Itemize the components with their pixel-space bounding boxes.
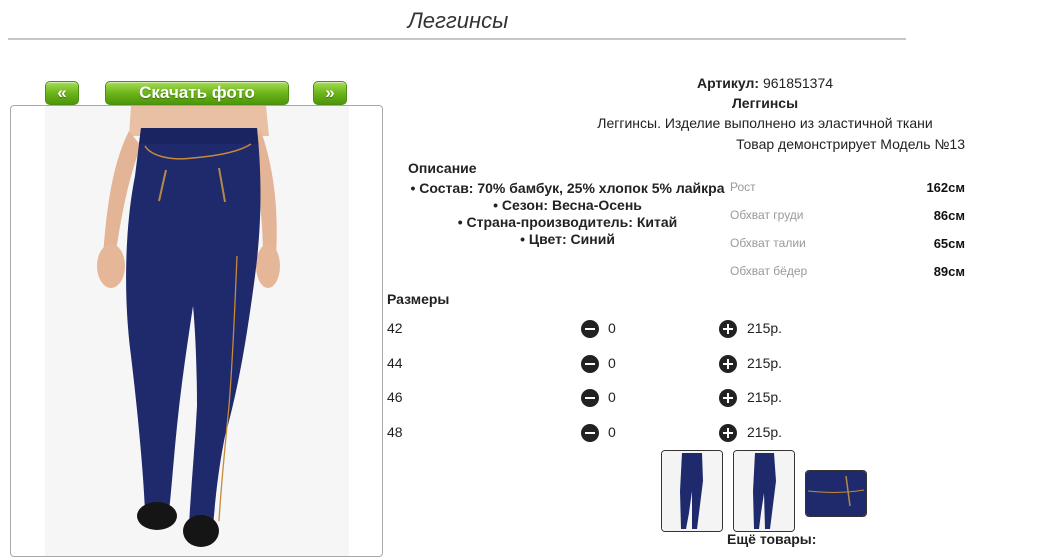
minus-icon[interactable] bbox=[581, 320, 599, 338]
measurement-value: 86см bbox=[933, 208, 965, 223]
plus-icon[interactable] bbox=[719, 389, 737, 407]
plus-icon[interactable] bbox=[719, 424, 737, 442]
next-photo-button[interactable]: » bbox=[313, 81, 347, 105]
size-label: 44 bbox=[387, 355, 403, 371]
measurement-row: Обхват талии 65см bbox=[730, 236, 965, 254]
measurement-value: 65см bbox=[933, 236, 965, 251]
quantity-value: 0 bbox=[608, 424, 616, 440]
measurement-label: Обхват груди bbox=[730, 208, 804, 222]
description-item: Сезон: Весна-Осень bbox=[395, 197, 740, 214]
measurement-row: Обхват бёдер 89см bbox=[730, 264, 965, 282]
more-products-heading: Ещё товары: bbox=[727, 531, 817, 547]
price-value: 215р. bbox=[747, 320, 783, 336]
sku-value: 961851374 bbox=[762, 75, 834, 91]
measurement-label: Обхват бёдер bbox=[730, 264, 808, 278]
size-row: 42 0 215р. bbox=[387, 320, 807, 340]
leggings-photo-illustration bbox=[45, 106, 349, 556]
model-note: Товар демонстрирует Модель №13 bbox=[736, 136, 965, 152]
plus-icon[interactable] bbox=[719, 320, 737, 338]
measurement-label: Рост bbox=[730, 180, 756, 194]
minus-icon[interactable] bbox=[581, 355, 599, 373]
thumbnail-back[interactable] bbox=[733, 450, 795, 532]
size-row: 46 0 215р. bbox=[387, 389, 807, 409]
thumbnail-image bbox=[734, 451, 794, 531]
sku-line: Артикул: 961851374 bbox=[565, 75, 965, 91]
quantity-value: 0 bbox=[608, 320, 616, 336]
size-label: 42 bbox=[387, 320, 403, 336]
plus-icon[interactable] bbox=[719, 355, 737, 373]
price-value: 215р. bbox=[747, 424, 783, 440]
thumbnail-image bbox=[662, 451, 722, 531]
description-item: Цвет: Синий bbox=[395, 231, 740, 248]
quantity-value: 0 bbox=[608, 389, 616, 405]
minus-icon[interactable] bbox=[581, 389, 599, 407]
size-row: 44 0 215р. bbox=[387, 355, 807, 375]
thumbnail-fabric[interactable] bbox=[805, 470, 867, 517]
description-heading: Описание bbox=[408, 160, 477, 176]
description-list: Состав: 70% бамбук, 25% хлопок 5% лайкра… bbox=[395, 180, 740, 248]
thumbnail-image bbox=[806, 471, 866, 516]
size-label: 48 bbox=[387, 424, 403, 440]
description-item: Страна-производитель: Китай bbox=[395, 214, 740, 231]
measurement-value: 162см bbox=[926, 180, 965, 195]
download-photo-button[interactable]: Скачать фото bbox=[105, 81, 289, 105]
size-row: 48 0 215р. bbox=[387, 424, 807, 444]
measurement-label: Обхват талии bbox=[730, 236, 806, 250]
thumbnail-front[interactable] bbox=[661, 450, 723, 532]
measurement-row: Рост 162см bbox=[730, 180, 965, 198]
minus-icon[interactable] bbox=[581, 424, 599, 442]
page-title: Леггинсы bbox=[407, 8, 509, 33]
sizes-heading: Размеры bbox=[387, 291, 450, 307]
price-value: 215р. bbox=[747, 355, 783, 371]
measurement-row: Обхват груди 86см bbox=[730, 208, 965, 226]
quantity-value: 0 bbox=[608, 355, 616, 371]
main-product-photo bbox=[10, 105, 383, 557]
prev-photo-button[interactable]: « bbox=[45, 81, 79, 105]
sku-label: Артикул: bbox=[696, 75, 760, 91]
measurement-value: 89см bbox=[933, 264, 965, 279]
product-short-description: Леггинсы. Изделие выполнено из эластично… bbox=[597, 115, 933, 131]
product-name: Леггинсы bbox=[731, 95, 799, 111]
title-divider bbox=[8, 38, 906, 40]
price-value: 215р. bbox=[747, 389, 783, 405]
description-item: Состав: 70% бамбук, 25% хлопок 5% лайкра bbox=[395, 180, 740, 197]
size-label: 46 bbox=[387, 389, 403, 405]
